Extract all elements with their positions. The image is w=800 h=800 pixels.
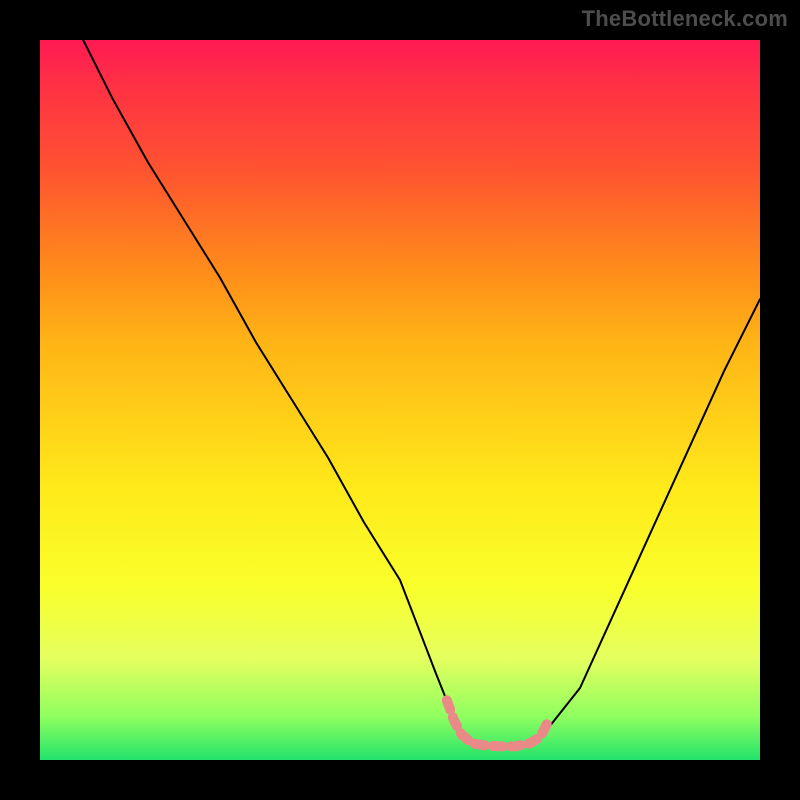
curve-layer [40, 40, 760, 760]
plot-area [40, 40, 760, 760]
chart-frame: TheBottleneck.com [0, 0, 800, 800]
highlight-curve [447, 700, 548, 746]
watermark-text: TheBottleneck.com [582, 6, 788, 32]
main-curve [83, 40, 760, 746]
